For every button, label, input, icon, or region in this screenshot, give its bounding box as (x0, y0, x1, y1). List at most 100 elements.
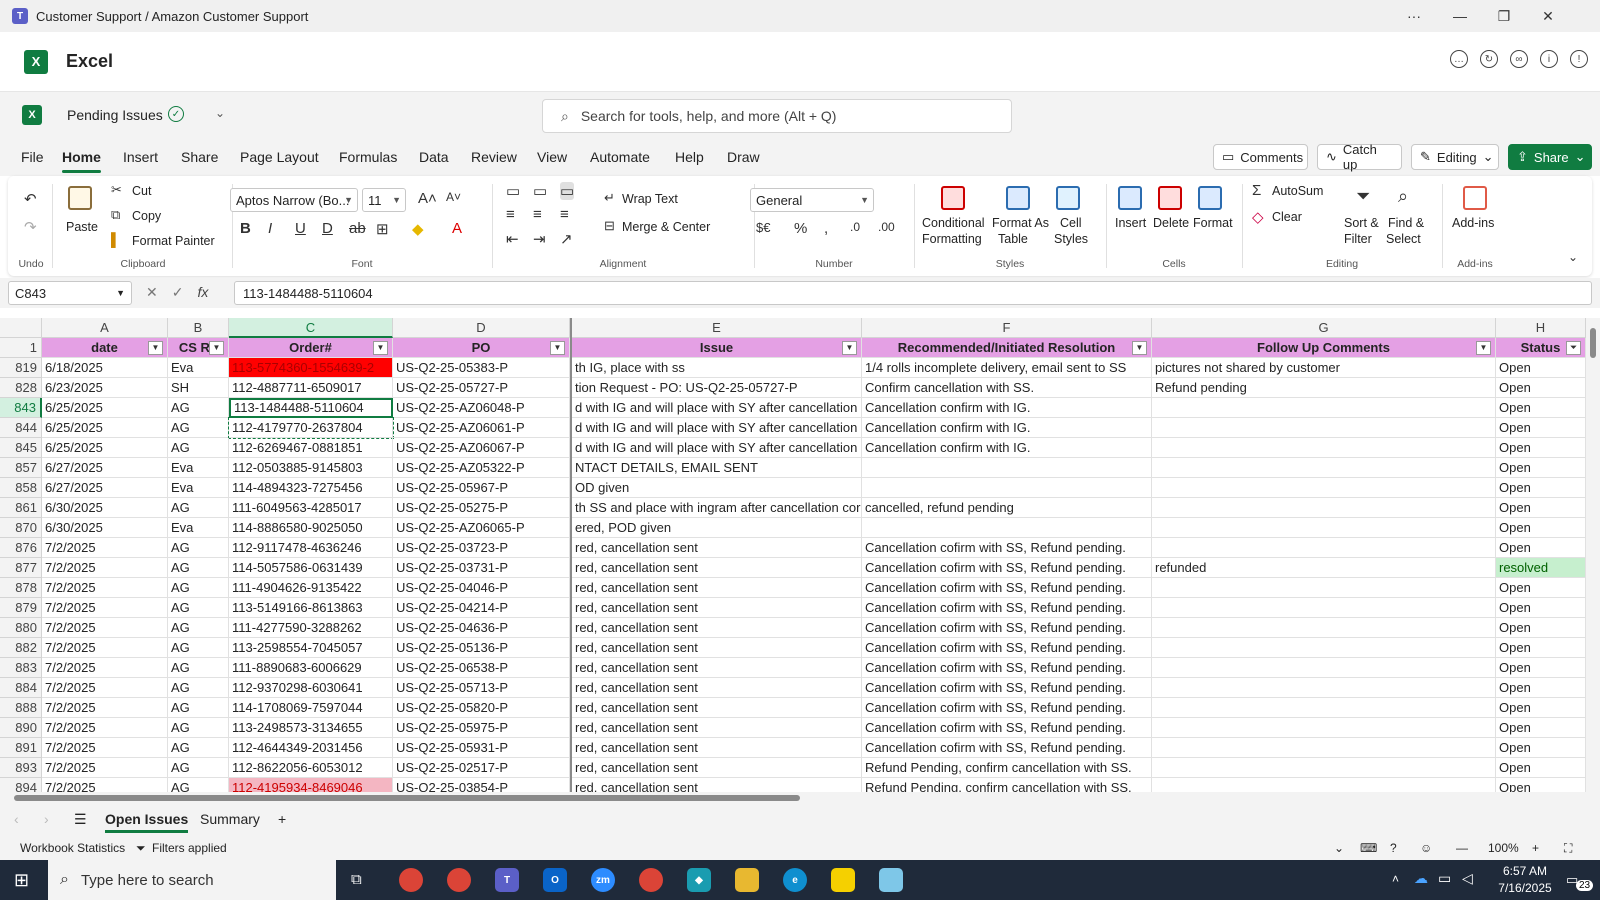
tab-share[interactable]: Share (181, 149, 218, 165)
table-cell[interactable]: 7/2/2025 (42, 678, 168, 698)
tab-view[interactable]: View (537, 149, 567, 165)
table-cell[interactable]: Cancellation cofirm with SS, Refund pend… (862, 678, 1152, 698)
table-cell[interactable]: d with IG and will place with SY after c… (572, 398, 862, 418)
cell-styles-icon[interactable] (1056, 186, 1080, 210)
table-cell[interactable]: Open (1496, 778, 1586, 792)
table-cell[interactable]: red, cancellation sent (572, 618, 862, 638)
undo-icon[interactable]: ↶ (24, 190, 37, 208)
increase-indent-icon[interactable]: ⇥ (533, 230, 546, 248)
table-cell[interactable]: US-Q2-25-05975-P (393, 718, 570, 738)
chrome-icon[interactable] (639, 868, 663, 892)
expand-ribbon-icon[interactable]: ⌄ (1568, 250, 1578, 264)
format-painter-button[interactable]: Format Painter (132, 234, 215, 248)
column-header-a[interactable]: A (42, 318, 168, 338)
table-cell[interactable] (862, 478, 1152, 498)
table-cell[interactable]: red, cancellation sent (572, 598, 862, 618)
table-cell[interactable]: 7/2/2025 (42, 758, 168, 778)
table-cell[interactable]: 7/2/2025 (42, 698, 168, 718)
help-icon[interactable]: ? (1390, 841, 1397, 855)
table-cell[interactable]: 113-5149166-8613863 (229, 598, 393, 618)
table-cell[interactable]: tion Request - PO: US-Q2-25-05727-P (572, 378, 862, 398)
column-header-e[interactable]: E (572, 318, 862, 338)
table-cell[interactable]: th SS and place with ingram after cancel… (572, 498, 862, 518)
table-cell[interactable]: 7/2/2025 (42, 598, 168, 618)
windows-start-icon[interactable]: ⊞ (14, 870, 29, 891)
column-header-g[interactable]: G (1152, 318, 1496, 338)
table-cell[interactable] (862, 458, 1152, 478)
table-cell[interactable]: 7/2/2025 (42, 778, 168, 792)
onedrive-icon[interactable]: ☁ (1414, 870, 1428, 887)
table-cell[interactable]: 7/2/2025 (42, 718, 168, 738)
table-cell[interactable]: pictures not shared by customer (1152, 358, 1496, 378)
comments-button[interactable]: ▭ Comments (1213, 144, 1308, 170)
table-cell[interactable]: Refund pending (1152, 378, 1496, 398)
table-cell[interactable]: US-Q2-25-06538-P (393, 658, 570, 678)
table-cell[interactable] (1152, 598, 1496, 618)
table-cell[interactable]: 111-4904626-9135422 (229, 578, 393, 598)
table-cell[interactable]: 112-8622056-6053012 (229, 758, 393, 778)
filter-dropdown-icon[interactable]: ▼ (842, 341, 857, 355)
copy-icon[interactable]: ⧉ (111, 207, 120, 223)
close-button[interactable]: ✕ (1526, 0, 1570, 32)
zoom-in-icon[interactable]: + (1532, 841, 1539, 855)
table-cell[interactable]: Cancellation cofirm with SS, Refund pend… (862, 618, 1152, 638)
row-header[interactable]: 1 (0, 338, 42, 358)
table-cell[interactable] (1152, 478, 1496, 498)
wrap-text-icon[interactable]: ↵ (604, 190, 615, 206)
eraser-icon[interactable]: ◇ (1252, 208, 1264, 226)
table-cell[interactable]: Open (1496, 758, 1586, 778)
table-cell[interactable]: 6/25/2025 (42, 398, 168, 418)
copy-button[interactable]: Copy (132, 209, 161, 223)
column-header-f[interactable]: F (862, 318, 1152, 338)
column-header-c[interactable]: C (229, 318, 393, 338)
table-cell[interactable]: 7/2/2025 (42, 558, 168, 578)
table-cell[interactable]: 112-4179770-2637804 (228, 417, 394, 439)
row-header[interactable]: 879 (0, 598, 42, 618)
table-cell[interactable]: Eva (168, 458, 229, 478)
strikethrough-icon[interactable]: ab (349, 220, 366, 237)
table-cell[interactable]: Open (1496, 678, 1586, 698)
column-header-d[interactable]: D (393, 318, 570, 338)
table-cell[interactable]: US-Q2-25-AZ05322-P (393, 458, 570, 478)
align-right-icon[interactable]: ≡ (560, 206, 569, 223)
clock-date[interactable]: 7/16/2025 (1490, 881, 1560, 895)
more-options-icon[interactable]: ··· (1392, 0, 1436, 32)
table-cell[interactable] (862, 518, 1152, 538)
table-cell[interactable]: refunded (1152, 558, 1496, 578)
column-header-b[interactable]: B (168, 318, 229, 338)
teams-icon[interactable]: T (495, 868, 519, 892)
table-cell[interactable]: NTACT DETAILS, EMAIL SENT (572, 458, 862, 478)
table-cell[interactable]: 113-1484488-5110604 (229, 398, 393, 418)
table-cell[interactable]: AG (168, 598, 229, 618)
table-cell[interactable]: Cancellation cofirm with SS, Refund pend… (862, 658, 1152, 678)
autosum-button[interactable]: AutoSum (1272, 184, 1323, 198)
tab-formulas[interactable]: Formulas (339, 149, 397, 165)
font-color-icon[interactable]: A (452, 220, 462, 237)
zoom-out-icon[interactable]: — (1456, 841, 1468, 855)
table-cell[interactable]: Open (1496, 358, 1586, 378)
cancel-icon[interactable]: ✕ (146, 284, 158, 301)
horizontal-scroll-thumb[interactable] (14, 795, 800, 801)
table-cell[interactable]: AG (168, 638, 229, 658)
table-cell[interactable]: red, cancellation sent (572, 738, 862, 758)
row-header[interactable]: 893 (0, 758, 42, 778)
table-cell[interactable]: 112-9370298-6030641 (229, 678, 393, 698)
table-cell[interactable]: red, cancellation sent (572, 578, 862, 598)
row-header[interactable]: 880 (0, 618, 42, 638)
table-cell[interactable]: 6/27/2025 (42, 458, 168, 478)
redo-icon[interactable]: ↷ (24, 218, 37, 236)
tab-draw[interactable]: Draw (727, 149, 760, 165)
find-select-button[interactable]: Find & (1388, 216, 1424, 230)
cut-button[interactable]: Cut (132, 184, 151, 198)
zoom-icon[interactable]: zm (591, 868, 615, 892)
font-family-select[interactable]: Aptos Narrow (Bo... ▼ (230, 188, 358, 212)
table-cell[interactable]: 114-1708069-7597044 (229, 698, 393, 718)
table-cell[interactable]: Open (1496, 538, 1586, 558)
table-cell[interactable]: AG (168, 538, 229, 558)
table-cell[interactable]: resolved (1496, 558, 1586, 578)
table-cell[interactable] (1152, 778, 1496, 792)
table-cell[interactable]: Cancellation cofirm with SS, Refund pend… (862, 558, 1152, 578)
conditional-formatting-button[interactable]: Conditional (922, 216, 985, 230)
table-cell[interactable] (1152, 678, 1496, 698)
format-as-table-icon[interactable] (1006, 186, 1030, 210)
